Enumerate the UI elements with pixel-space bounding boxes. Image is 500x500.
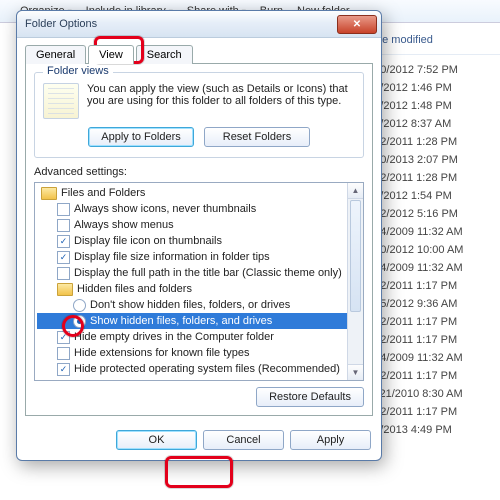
tab-search[interactable]: Search <box>136 45 193 64</box>
checkbox[interactable]: ✓ <box>57 251 70 264</box>
folder-icon <box>57 283 73 296</box>
tree-root: Files and Folders <box>61 187 145 199</box>
tree-item[interactable]: Display the full path in the title bar (… <box>74 267 342 279</box>
file-list-dates-column: Date modified 7/20/2012 7:52 PM5/5/2012 … <box>365 30 500 439</box>
radio-show-hidden[interactable]: Show hidden files, folders, and drives <box>90 315 272 327</box>
checkbox[interactable] <box>57 203 70 216</box>
date-cell: 5/5/2012 1:54 PM <box>365 187 500 205</box>
checkbox[interactable]: ✓ <box>57 363 70 376</box>
radio[interactable] <box>73 299 86 312</box>
date-cell: 11/21/2010 8:30 AM <box>365 385 500 403</box>
radio[interactable] <box>73 315 86 328</box>
scrollbar[interactable]: ▲ ▼ <box>347 183 363 380</box>
ok-button[interactable]: OK <box>116 430 197 450</box>
checkbox[interactable] <box>57 267 70 280</box>
scroll-up-icon[interactable]: ▲ <box>348 183 363 199</box>
scroll-thumb[interactable] <box>350 200 361 312</box>
date-cell: 4/12/2011 1:17 PM <box>365 331 500 349</box>
date-cell: 4/12/2011 1:17 PM <box>365 403 500 421</box>
date-cell: 7/20/2012 7:52 PM <box>365 61 500 79</box>
tab-general[interactable]: General <box>25 45 86 64</box>
date-cell: 4/12/2011 1:17 PM <box>365 277 500 295</box>
close-button[interactable]: ✕ <box>337 15 377 34</box>
date-cell: 4/12/2011 1:28 PM <box>365 133 500 151</box>
date-cell: 4/12/2011 1:28 PM <box>365 169 500 187</box>
advanced-settings-tree[interactable]: Files and Folders Always show icons, nev… <box>34 182 364 381</box>
scroll-down-icon[interactable]: ▼ <box>348 364 363 380</box>
advanced-settings-label: Advanced settings: <box>34 166 364 178</box>
tab-view[interactable]: View <box>88 45 134 64</box>
date-cell: 5/5/2012 1:48 PM <box>365 97 500 115</box>
date-cell: 5/25/2012 9:36 AM <box>365 295 500 313</box>
tree-group-hidden[interactable]: Hidden files and folders <box>77 283 192 295</box>
date-cell: 8/7/2012 8:37 AM <box>365 115 500 133</box>
date-cell: 1/20/2013 2:07 PM <box>365 151 500 169</box>
dialog-titlebar[interactable]: Folder Options ✕ <box>17 11 381 38</box>
checkbox[interactable] <box>57 347 70 360</box>
close-icon: ✕ <box>353 19 361 30</box>
tree-item[interactable]: Always show icons, never thumbnails <box>74 203 256 215</box>
tree-item[interactable]: Hide empty drives in the Computer folder <box>74 331 274 343</box>
tab-panel-view: Folder views You can apply the view (suc… <box>25 63 373 416</box>
apply-button[interactable]: Apply <box>290 430 371 450</box>
radio-dont-show-hidden[interactable]: Don't show hidden files, folders, or dri… <box>90 299 290 311</box>
checkbox[interactable]: ✓ <box>57 235 70 248</box>
apply-to-folders-button[interactable]: Apply to Folders <box>88 127 194 147</box>
folder-icon <box>41 187 57 200</box>
tab-strip: General View Search <box>17 38 381 63</box>
date-cell: 2/6/2013 4:49 PM <box>365 421 500 439</box>
date-cell: 5/5/2012 1:46 PM <box>365 79 500 97</box>
column-header-date[interactable]: Date modified <box>365 30 500 55</box>
tree-item[interactable]: Always show menus <box>74 219 174 231</box>
date-cell: 7/14/2009 11:32 AM <box>365 259 500 277</box>
folder-views-legend: Folder views <box>43 65 113 77</box>
dialog-title: Folder Options <box>25 18 97 30</box>
date-cell: 7/14/2009 11:32 AM <box>365 349 500 367</box>
checkbox[interactable] <box>57 219 70 232</box>
tree-item[interactable]: Display file icon on thumbnails <box>74 235 222 247</box>
date-cell: 4/12/2011 1:17 PM <box>365 367 500 385</box>
folder-views-group: Folder views You can apply the view (suc… <box>34 72 364 158</box>
folder-options-dialog: Folder Options ✕ General View Search Fol… <box>16 10 382 461</box>
tree-item[interactable]: Hide extensions for known file types <box>74 347 249 359</box>
folder-views-desc: You can apply the view (such as Details … <box>87 83 355 119</box>
tree-item[interactable]: Hide protected operating system files (R… <box>74 363 340 375</box>
checkbox[interactable]: ✓ <box>57 331 70 344</box>
date-cell: 5/10/2012 10:00 AM <box>365 241 500 259</box>
date-cell: 10/2/2012 5:16 PM <box>365 205 500 223</box>
reset-folders-button[interactable]: Reset Folders <box>204 127 310 147</box>
tree-item[interactable]: Display file size information in folder … <box>74 251 270 263</box>
restore-defaults-button[interactable]: Restore Defaults <box>256 387 364 407</box>
folder-views-icon <box>43 83 79 119</box>
date-cell: 7/14/2009 11:32 AM <box>365 223 500 241</box>
cancel-button[interactable]: Cancel <box>203 430 284 450</box>
date-cell: 4/12/2011 1:17 PM <box>365 313 500 331</box>
